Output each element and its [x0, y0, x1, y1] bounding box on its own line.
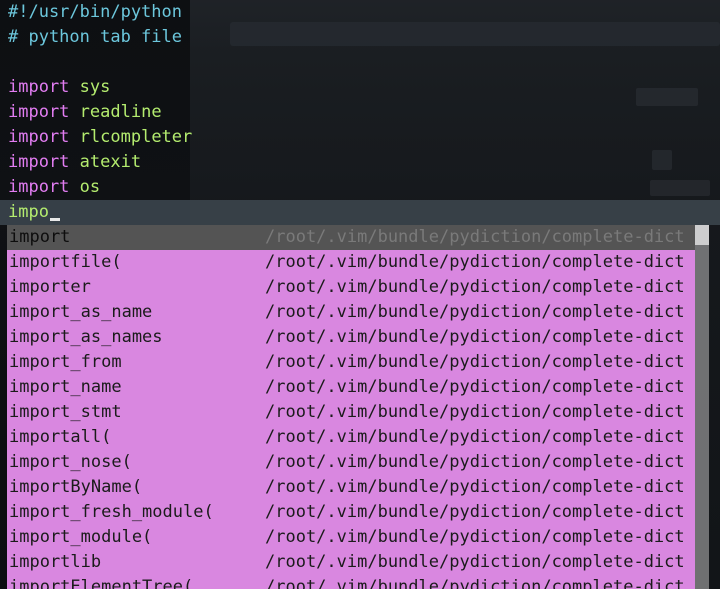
code-module-name: readline — [79, 102, 162, 122]
completion-word: importElementTree( — [9, 577, 194, 589]
code-module-name: os — [79, 177, 101, 197]
completion-word: importfile( — [9, 252, 122, 272]
code-module-name: atexit — [79, 152, 142, 172]
code-module-name: sys — [79, 77, 111, 97]
completion-word: import_as_name — [9, 302, 153, 322]
code-comment: #!/usr/bin/python — [8, 2, 182, 22]
background-element — [650, 180, 710, 196]
completion-source-path: /root/.vim/bundle/pydiction/complete-dic… — [265, 277, 685, 297]
completion-item[interactable]: import_stmt/root/.vim/bundle/pydiction/c… — [7, 400, 695, 425]
completion-item[interactable]: importall( /root/.vim/bundle/pydiction/co… — [7, 425, 695, 450]
completion-source-path: /root/.vim/bundle/pydiction/complete-dic… — [265, 577, 685, 589]
completion-item[interactable]: import_module( /root/.vim/bundle/pydictio… — [7, 525, 695, 550]
completion-item[interactable]: importByName( /root/.vim/bundle/pydiction… — [7, 475, 695, 500]
code-line[interactable]: import atexit — [8, 150, 141, 175]
completion-source-path: /root/.vim/bundle/pydiction/complete-dic… — [265, 427, 685, 447]
completion-popup-menu[interactable]: import/root/.vim/bundle/pydiction/comple… — [7, 225, 695, 589]
code-comment: # python tab file — [8, 27, 182, 47]
completion-source-path: /root/.vim/bundle/pydiction/complete-dic… — [265, 352, 685, 372]
background-address-bar — [230, 22, 720, 46]
completion-word: import_nose( — [9, 452, 132, 472]
completion-source-path: /root/.vim/bundle/pydiction/complete-dic… — [265, 477, 685, 497]
completion-item[interactable]: importer/root/.vim/bundle/pydiction/comp… — [7, 275, 695, 300]
completion-item[interactable]: import_nose( /root/.vim/bundle/pydiction/… — [7, 450, 695, 475]
completion-word: import_fresh_module( — [9, 502, 214, 522]
completion-source-path: /root/.vim/bundle/pydiction/complete-dic… — [265, 252, 685, 272]
completion-source-path: /root/.vim/bundle/pydiction/complete-dic… — [265, 502, 685, 522]
vim-terminal-window[interactable]: #!/usr/bin/python # python tab file import… — [0, 0, 720, 589]
background-element — [636, 88, 698, 106]
popup-scrollbar[interactable] — [695, 225, 709, 589]
completion-item[interactable]: import_as_name/root/.vim/bundle/pydictio… — [7, 300, 695, 325]
completion-source-path: /root/.vim/bundle/pydiction/complete-dic… — [265, 527, 685, 547]
completion-source-path: /root/.vim/bundle/pydiction/complete-dic… — [265, 227, 685, 247]
completion-word: import_stmt — [9, 402, 122, 422]
current-line-highlight — [0, 200, 720, 225]
completion-source-path: /root/.vim/bundle/pydiction/complete-dic… — [265, 377, 685, 397]
completion-item[interactable]: import_name/root/.vim/bundle/pydiction/c… — [7, 375, 695, 400]
code-line[interactable]: import os — [8, 175, 100, 200]
current-input-text: impo — [8, 202, 49, 222]
completion-word: importall( — [9, 427, 112, 447]
completion-word: import — [9, 227, 71, 247]
code-keyword: import — [8, 77, 70, 97]
current-input-line[interactable]: impo — [8, 200, 60, 225]
code-keyword: import — [8, 152, 70, 172]
code-module-name: rlcompleter — [79, 127, 193, 147]
completion-item[interactable]: importfile( /root/.vim/bundle/pydiction/c… — [7, 250, 695, 275]
completion-source-path: /root/.vim/bundle/pydiction/complete-dic… — [265, 302, 685, 322]
completion-word: import_as_names — [9, 327, 163, 347]
background-element — [652, 150, 672, 170]
code-line[interactable]: #!/usr/bin/python — [8, 0, 182, 25]
completion-item[interactable]: import_fresh_module( /root/.vim/bundle/py… — [7, 500, 695, 525]
code-line[interactable]: # python tab file — [8, 25, 182, 50]
completion-source-path: /root/.vim/bundle/pydiction/complete-dic… — [265, 552, 685, 572]
completion-word: import_module( — [9, 527, 153, 547]
code-line[interactable]: import readline — [8, 100, 162, 125]
completion-word: importlib — [9, 552, 102, 572]
code-keyword: import — [8, 102, 70, 122]
completion-item-selected[interactable]: import/root/.vim/bundle/pydiction/comple… — [7, 225, 695, 250]
completion-source-path: /root/.vim/bundle/pydiction/complete-dic… — [265, 452, 685, 472]
completion-word: importer — [9, 277, 91, 297]
completion-item[interactable]: importlib/root/.vim/bundle/pydiction/com… — [7, 550, 695, 575]
completion-word: import_from — [9, 352, 122, 372]
code-line[interactable]: import rlcompleter — [8, 125, 192, 150]
popup-scrollbar-thumb[interactable] — [695, 225, 709, 245]
code-line[interactable]: import sys — [8, 75, 110, 100]
text-cursor — [49, 218, 60, 221]
completion-source-path: /root/.vim/bundle/pydiction/complete-dic… — [265, 402, 685, 422]
code-keyword: import — [8, 177, 70, 197]
completion-word: import_name — [9, 377, 122, 397]
completion-word: importByName( — [9, 477, 143, 497]
completion-source-path: /root/.vim/bundle/pydiction/complete-dic… — [265, 327, 685, 347]
completion-item[interactable]: import_as_names/root/.vim/bundle/pydicti… — [7, 325, 695, 350]
completion-item[interactable]: import_from/root/.vim/bundle/pydiction/c… — [7, 350, 695, 375]
completion-item[interactable]: importElementTree( /root/.vim/bundle/pydi… — [7, 575, 695, 589]
code-keyword: import — [8, 127, 70, 147]
